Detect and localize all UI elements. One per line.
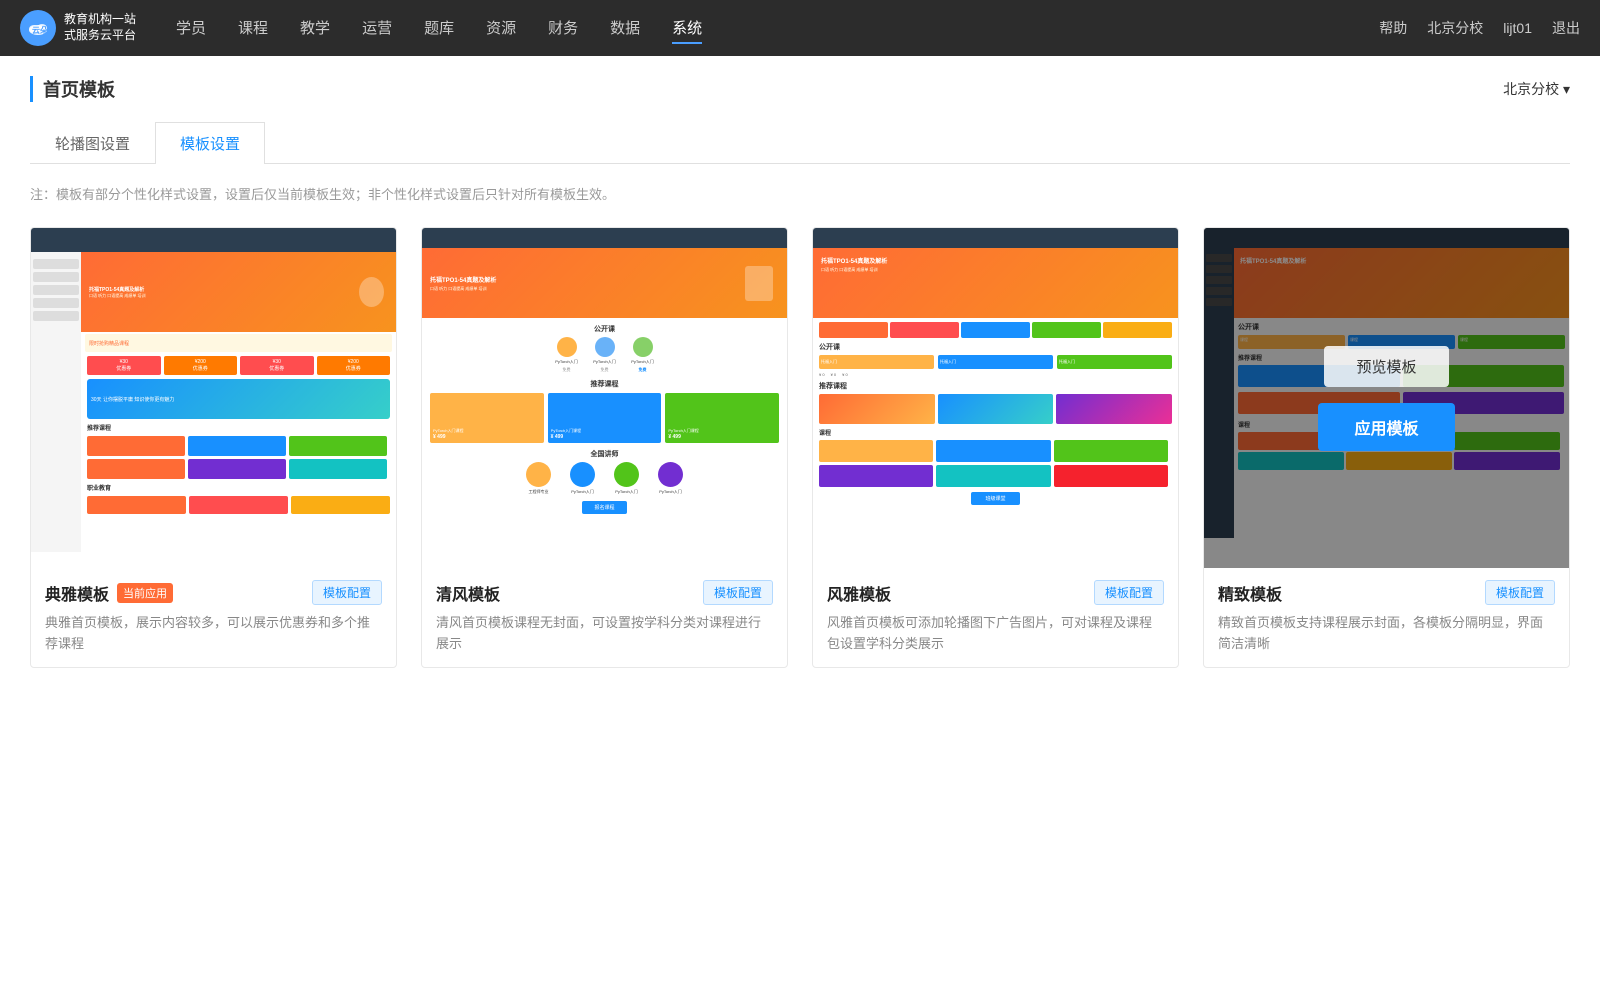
teacher-1: PyTorch入门 免费 — [552, 337, 582, 373]
nav-bar: 云朵 教育机构一站 式服务云平台 学员 课程 教学 运营 题库 资源 财务 数据… — [0, 0, 1600, 56]
nav-branch[interactable]: 北京分校 — [1427, 18, 1483, 38]
apply-template-button[interactable]: 应用模板 — [1318, 403, 1454, 451]
current-badge-1: 当前应用 — [117, 583, 173, 603]
nav-teaching[interactable]: 教学 — [300, 13, 330, 44]
card-desc-3: 风雅首页模板可添加轮播图下广告图片，可对课程及课程包设置学科分类展示 — [827, 613, 1164, 655]
nav-logout[interactable]: 退出 — [1552, 18, 1580, 38]
card-desc-2: 清风首页模板课程无封面，可设置按学科分类对课程进行展示 — [436, 613, 773, 655]
page-header: 首页模板 北京分校 ▾ — [30, 76, 1570, 102]
tab-template[interactable]: 模板设置 — [155, 122, 265, 164]
logo-icon: 云朵 — [20, 10, 56, 46]
nav-operations[interactable]: 运营 — [362, 13, 392, 44]
card-desc-4: 精致首页模板支持课程展示封面，各模板分隔明显，界面简洁清晰 — [1218, 613, 1555, 655]
card-bottom-1: 典雅模板 当前应用 模板配置 典雅首页模板，展示内容较多，可以展示优惠券和多个推… — [31, 568, 396, 667]
nav-finance[interactable]: 财务 — [548, 13, 578, 44]
template-preview-2[interactable]: 托福TPO1-54真题及解析 口语 听力 口语提高 成绩单 培训 公开课 PyT… — [422, 228, 787, 568]
page-content: 首页模板 北京分校 ▾ 轮播图设置 模板设置 注：模板有部分个性化样式设置，设置… — [0, 56, 1600, 990]
template-preview-1[interactable]: 托福TPO1-54真题及解析 口语 听力 口语提高 成绩单 培训 限时抢购精品课… — [31, 228, 396, 568]
template-card-3: 托福TPO1-54真题及解析 口语 听力 口语提高 成绩单 培训 公开课 托福入 — [812, 227, 1179, 668]
card-desc-1: 典雅首页模板，展示内容较多，可以展示优惠券和多个推荐课程 — [45, 613, 382, 655]
card-bottom-3: 风雅模板 模板配置 风雅首页模板可添加轮播图下广告图片，可对课程及课程包设置学科… — [813, 568, 1178, 667]
config-button-1[interactable]: 模板配置 — [312, 580, 382, 605]
template-card-2: 托福TPO1-54真题及解析 口语 听力 口语提高 成绩单 培训 公开课 PyT… — [421, 227, 788, 668]
card-title-row-4: 精致模板 模板配置 — [1218, 580, 1555, 605]
template-overlay-4: 预览模板 应用模板 — [1204, 228, 1569, 568]
config-button-3[interactable]: 模板配置 — [1094, 580, 1164, 605]
template-card-4: 托福TPO1-54真题及解析 公开课 课程 课程 课程 — [1203, 227, 1570, 668]
card-name-4: 精致模板 — [1218, 581, 1282, 605]
nav-system[interactable]: 系统 — [672, 13, 702, 44]
cloud-icon: 云朵 — [27, 17, 49, 39]
t2-rec-label: 推荐课程 — [422, 379, 787, 389]
config-button-4[interactable]: 模板配置 — [1485, 580, 1555, 605]
nav-questions[interactable]: 题库 — [424, 13, 454, 44]
tabs-container: 轮播图设置 模板设置 — [30, 122, 1570, 164]
card-title-row-1: 典雅模板 当前应用 模板配置 — [45, 580, 382, 605]
svg-text:云朵: 云朵 — [32, 25, 48, 35]
nav-courses[interactable]: 课程 — [238, 13, 268, 44]
page-title: 首页模板 — [30, 76, 115, 102]
card-name-2: 清风模板 — [436, 581, 500, 605]
card-title-row-2: 清风模板 模板配置 — [436, 580, 773, 605]
nav-right: 帮助 北京分校 lijt01 退出 — [1379, 18, 1580, 38]
teacher-2: PyTorch入门 免费 — [590, 337, 620, 373]
card-name-3: 风雅模板 — [827, 581, 891, 605]
template-preview-3[interactable]: 托福TPO1-54真题及解析 口语 听力 口语提高 成绩单 培训 公开课 托福入 — [813, 228, 1178, 568]
config-button-2[interactable]: 模板配置 — [703, 580, 773, 605]
template-preview-4[interactable]: 托福TPO1-54真题及解析 公开课 课程 课程 课程 — [1204, 228, 1569, 568]
nav-links: 学员 课程 教学 运营 题库 资源 财务 数据 系统 — [176, 13, 1379, 44]
template-grid: 托福TPO1-54真题及解析 口语 听力 口语提高 成绩单 培训 限时抢购精品课… — [30, 227, 1570, 668]
card-bottom-4: 精致模板 模板配置 精致首页模板支持课程展示封面，各模板分隔明显，界面简洁清晰 — [1204, 568, 1569, 667]
t2-lecturer-label: 全国讲师 — [422, 449, 787, 459]
nav-user[interactable]: lijt01 — [1503, 20, 1532, 36]
logo-text: 教育机构一站 式服务云平台 — [64, 12, 136, 43]
template-card-1: 托福TPO1-54真题及解析 口语 听力 口语提高 成绩单 培训 限时抢购精品课… — [30, 227, 397, 668]
card-bottom-2: 清风模板 模板配置 清风首页模板课程无封面，可设置按学科分类对课程进行展示 — [422, 568, 787, 667]
card-title-row-3: 风雅模板 模板配置 — [827, 580, 1164, 605]
nav-help[interactable]: 帮助 — [1379, 18, 1407, 38]
preview-template-button[interactable]: 预览模板 — [1324, 346, 1448, 387]
logo: 云朵 教育机构一站 式服务云平台 — [20, 10, 136, 46]
branch-selector[interactable]: 北京分校 ▾ — [1503, 79, 1570, 99]
template-note: 注：模板有部分个性化样式设置，设置后仅当前模板生效；非个性化样式设置后只针对所有… — [30, 184, 1570, 203]
tab-carousel[interactable]: 轮播图设置 — [30, 122, 155, 164]
nav-students[interactable]: 学员 — [176, 13, 206, 44]
t2-open-label: 公开课 — [422, 324, 787, 334]
nav-data[interactable]: 数据 — [610, 13, 640, 44]
nav-resources[interactable]: 资源 — [486, 13, 516, 44]
card-name-1: 典雅模板 — [45, 581, 109, 605]
teacher-3: PyTorch入门 免费 — [628, 337, 658, 373]
